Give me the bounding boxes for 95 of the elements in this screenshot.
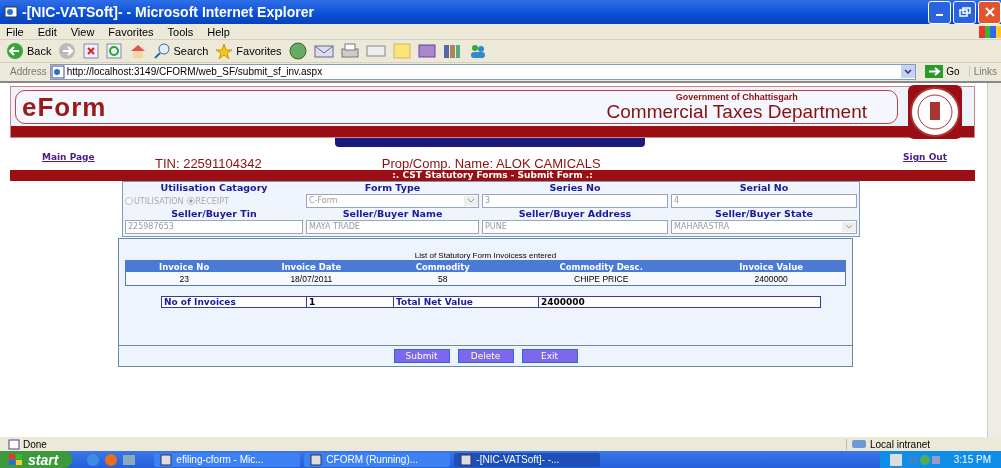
close-icon[interactable] — [984, 7, 995, 17]
field-label: Utilisation Catagory — [159, 182, 269, 194]
restore-icon[interactable] — [958, 7, 971, 17]
clock: 3:15 PM — [952, 454, 991, 465]
refresh-icon[interactable] — [106, 43, 123, 59]
intranet-icon — [851, 438, 867, 450]
start-button[interactable]: start — [0, 451, 73, 468]
field-label: Seller/Buyer State — [714, 208, 814, 220]
eform-logo: eForm — [22, 91, 107, 123]
table-cell: 23 — [125, 272, 243, 286]
column-header: Commodity Desc. — [505, 260, 698, 272]
table-caption: List of Statutory Form Invoicess entered — [413, 251, 558, 260]
form-type-dropdown[interactable]: C-Form — [306, 194, 479, 208]
windows-logo-icon[interactable] — [8, 452, 24, 467]
name-field[interactable]: MAYA TRADE — [306, 220, 479, 234]
series-no-field[interactable]: 3 — [482, 194, 668, 208]
books-icon[interactable] — [442, 43, 461, 59]
column-header: Invoice Value — [697, 260, 846, 272]
tin-field[interactable]: 225987653 — [125, 220, 303, 234]
minimize-button[interactable] — [928, 0, 951, 24]
form-button[interactable]: Delete — [457, 349, 514, 363]
page-icon — [8, 438, 20, 450]
form-button[interactable]: Submit — [393, 349, 450, 363]
forward-icon[interactable] — [58, 42, 77, 60]
menu-item[interactable]: View — [70, 25, 95, 38]
table-cell: 58 — [380, 272, 506, 286]
table-cell: 2400000 — [697, 272, 846, 286]
field-label: Serial No — [738, 182, 790, 194]
windows-logo-icon — [979, 25, 1001, 38]
column-header: Commodity — [380, 260, 506, 272]
main-page-link[interactable]: Main Page — [42, 152, 95, 162]
browser-icon — [4, 5, 18, 19]
summary-value: 2400000 — [538, 296, 821, 308]
menu-item[interactable]: Edit — [37, 25, 57, 38]
window-icon[interactable] — [310, 453, 323, 466]
stop-icon[interactable] — [83, 43, 100, 59]
print-icon[interactable] — [340, 43, 359, 59]
sign-out-link[interactable]: Sign Out — [903, 152, 947, 162]
serial-no-field[interactable]: 4 — [671, 194, 857, 208]
network-icon — [906, 453, 941, 466]
department-name: Commercial Taxes Department — [606, 102, 867, 122]
radio-option[interactable]: RECEIPT — [186, 196, 229, 206]
table-cell: 18/07/2011 — [242, 272, 381, 286]
section-title: :. CST Statutory Forms - Submit Form .: — [10, 170, 975, 181]
desktop-icon[interactable] — [122, 452, 137, 467]
search-button[interactable]: Search — [154, 43, 209, 59]
links-button[interactable]: Links — [968, 66, 1001, 77]
go-button[interactable]: Go — [919, 65, 966, 78]
radio-option[interactable]: UTILISATION — [125, 196, 184, 206]
emblem-icon — [908, 85, 962, 139]
government-name: Government of Chhattisgarh — [675, 92, 798, 102]
state-dropdown[interactable]: MAHARASTRA — [671, 220, 857, 234]
address-label: Address — [10, 66, 47, 77]
form-button[interactable]: Exit — [521, 349, 578, 363]
address-input-field[interactable]: PUNE — [482, 220, 668, 234]
radio-icon[interactable] — [186, 197, 195, 205]
menu-item[interactable]: Favorites — [108, 25, 154, 38]
zone-text: Local intranet — [846, 438, 1001, 450]
column-header: Invoice No — [125, 260, 243, 272]
dropdown-arrow-icon — [842, 222, 856, 232]
taskbar-button[interactable]: CFORM (Running)... — [304, 452, 451, 467]
field-label: Seller/Buyer Address — [517, 208, 633, 220]
field-label: Form Type — [363, 182, 422, 194]
menu-item[interactable]: Tools — [167, 25, 194, 38]
restore-button[interactable] — [953, 0, 976, 24]
tin-text: TIN: 22591104342 — [155, 157, 262, 170]
menu-item[interactable]: Help — [207, 25, 230, 38]
close-button[interactable] — [978, 0, 1001, 24]
summary-label: No of Invoices — [161, 296, 307, 308]
summary-label: Total Net Value — [393, 296, 539, 308]
address-field[interactable]: http://localhost:3149/CFORM/web_SF/submit_sf_inv.aspx — [49, 63, 917, 80]
summary-value: 1 — [306, 296, 394, 308]
window-icon[interactable] — [460, 453, 473, 466]
radio-icon[interactable] — [125, 197, 133, 205]
status-text: Done — [8, 438, 47, 450]
mail-icon[interactable] — [313, 43, 334, 59]
column-header: Invoice Date — [242, 260, 381, 272]
taskbar-button[interactable]: efiling-cform - Mic... — [154, 452, 301, 467]
star-icon[interactable] — [215, 42, 234, 60]
go-arrow-icon[interactable] — [925, 65, 944, 78]
menu-item[interactable]: File — [6, 25, 24, 38]
proprietor-name: Prop/Comp. Name: ALOK CAMICALS — [381, 157, 601, 170]
taskbar-button[interactable]: -[NIC-VATSoft]- -... — [454, 452, 601, 467]
window-icon[interactable] — [160, 453, 173, 466]
field-label: Seller/Buyer Name — [341, 208, 444, 220]
field-label: Series No — [548, 182, 602, 194]
field-label: Seller/Buyer Tin — [170, 208, 258, 220]
dropdown-arrow-icon — [464, 196, 478, 206]
scrollbar[interactable] — [987, 83, 1001, 437]
search-icon[interactable] — [154, 43, 171, 59]
page-icon — [50, 64, 65, 79]
window-title: -[NIC-VATSoft]- - Microsoft Internet Explorer — [22, 4, 315, 20]
table-cell: CHIPE PRICE — [505, 272, 698, 286]
favorites-button[interactable]: Favorites — [215, 42, 282, 60]
back-button[interactable]: Back — [6, 42, 52, 60]
